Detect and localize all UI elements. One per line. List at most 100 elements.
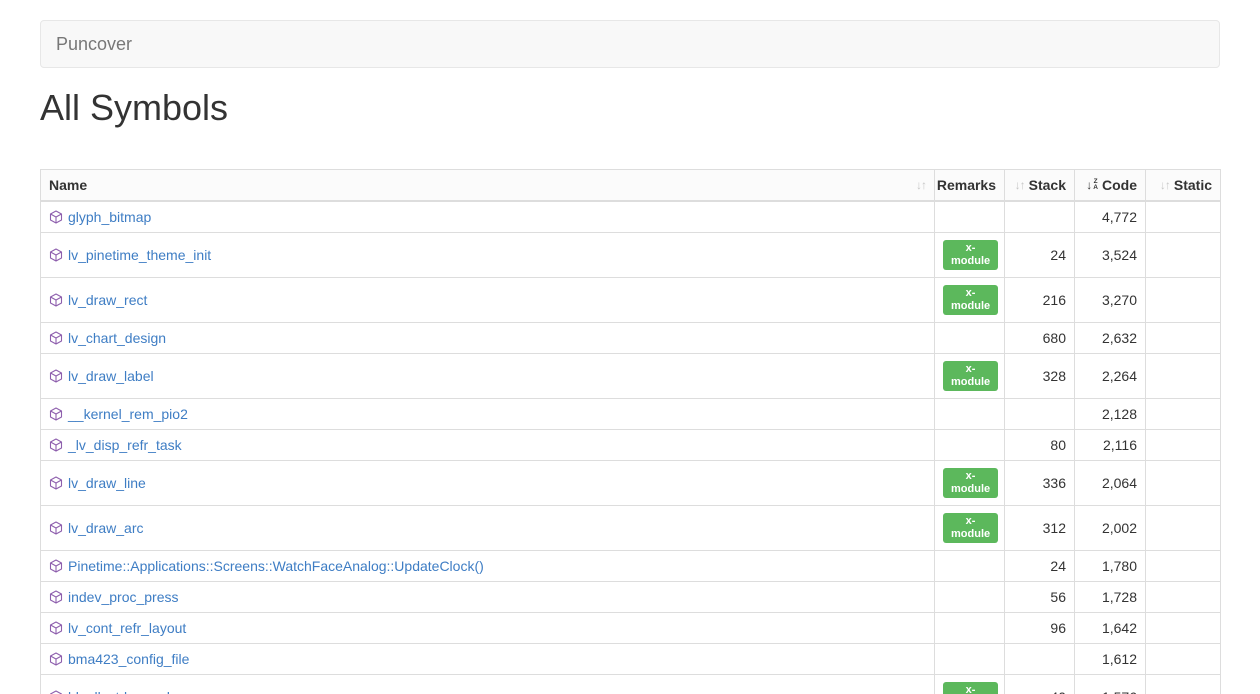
symbol-name-cell: bma423_config_file	[41, 644, 935, 675]
symbol-row: lv_draw_rect x-module 216 3,270	[41, 278, 1221, 323]
stack-cell: 96	[1005, 613, 1075, 644]
symbol-remarks-cell: x-module	[935, 461, 1005, 506]
symbol-link[interactable]: lv_draw_arc	[68, 520, 143, 536]
symbol-link[interactable]: lv_cont_refr_layout	[68, 620, 186, 636]
remark-badge: x-module	[943, 240, 998, 270]
static-cell	[1146, 551, 1221, 582]
symbol-link[interactable]: lv_chart_design	[68, 330, 166, 346]
navbar-brand[interactable]: Puncover	[41, 21, 147, 67]
remarks-column-label: Remarks	[937, 177, 996, 193]
symbol-row: lv_draw_label x-module 328 2,264	[41, 354, 1221, 399]
code-column-label: Code	[1102, 177, 1137, 193]
symbol-name-cell: glyph_bitmap	[41, 201, 935, 233]
symbol-name-cell: __kernel_rem_pio2	[41, 399, 935, 430]
static-cell	[1146, 613, 1221, 644]
symbol-row: _lv_disp_refr_task 80 2,116	[41, 430, 1221, 461]
symbol-remarks-cell: x-module	[935, 354, 1005, 399]
symbol-row: indev_proc_press 56 1,728	[41, 582, 1221, 613]
code-cell: 2,128	[1075, 399, 1146, 430]
cube-icon	[49, 559, 63, 573]
stack-cell: 40	[1005, 675, 1075, 694]
static-cell	[1146, 582, 1221, 613]
cube-icon	[49, 438, 63, 452]
code-cell: 1,576	[1075, 675, 1146, 694]
stack-cell: 24	[1005, 551, 1075, 582]
cube-icon	[49, 521, 63, 535]
symbol-link[interactable]: indev_proc_press	[68, 589, 179, 605]
symbol-link[interactable]: ble_ll_ctrl_rx_pdu	[68, 689, 178, 694]
column-header-stack[interactable]: ↓↑ Stack	[1005, 170, 1075, 202]
static-cell	[1146, 201, 1221, 233]
stack-cell	[1005, 201, 1075, 233]
symbol-link[interactable]: lv_pinetime_theme_init	[68, 247, 211, 263]
symbol-remarks-cell: x-module	[935, 506, 1005, 551]
code-cell: 2,116	[1075, 430, 1146, 461]
symbols-table: Name ↓↑ Remarks ↓↑ Stack	[40, 169, 1221, 694]
static-cell	[1146, 644, 1221, 675]
symbol-link[interactable]: __kernel_rem_pio2	[68, 406, 188, 422]
code-cell: 1,728	[1075, 582, 1146, 613]
symbol-row: lv_draw_arc x-module 312 2,002	[41, 506, 1221, 551]
code-cell: 1,780	[1075, 551, 1146, 582]
symbol-name-cell: lv_draw_line	[41, 461, 935, 506]
symbol-link[interactable]: _lv_disp_refr_task	[68, 437, 182, 453]
symbol-remarks-cell: x-module	[935, 233, 1005, 278]
symbol-link[interactable]: glyph_bitmap	[68, 209, 151, 225]
symbol-row: lv_chart_design 680 2,632	[41, 323, 1221, 354]
symbol-name-cell: lv_draw_label	[41, 354, 935, 399]
cube-icon	[49, 690, 63, 694]
symbol-link[interactable]: lv_draw_line	[68, 475, 146, 491]
sort-both-icon[interactable]: ↓↑	[1015, 177, 1025, 193]
cube-icon	[49, 652, 63, 666]
symbol-remarks-cell: x-module	[935, 675, 1005, 694]
column-header-static[interactable]: ↓↑ Static	[1146, 170, 1221, 202]
symbol-link[interactable]: lv_draw_label	[68, 368, 154, 384]
sort-both-icon[interactable]: ↓↑	[916, 177, 926, 193]
remark-badge: x-module	[943, 285, 998, 315]
symbol-name-cell: lv_chart_design	[41, 323, 935, 354]
remark-badge: x-module	[943, 513, 998, 543]
symbol-link[interactable]: bma423_config_file	[68, 651, 189, 667]
symbol-remarks-cell	[935, 201, 1005, 233]
stack-cell: 312	[1005, 506, 1075, 551]
symbol-remarks-cell	[935, 582, 1005, 613]
symbol-row: Pinetime::Applications::Screens::WatchFa…	[41, 551, 1221, 582]
symbol-link[interactable]: lv_draw_rect	[68, 292, 147, 308]
stack-cell: 216	[1005, 278, 1075, 323]
column-header-remarks[interactable]: Remarks	[935, 170, 1005, 202]
static-cell	[1146, 461, 1221, 506]
code-cell: 1,612	[1075, 644, 1146, 675]
sort-both-icon[interactable]: ↓↑	[1160, 177, 1170, 193]
remark-badge: x-module	[943, 468, 998, 498]
symbol-row: glyph_bitmap 4,772	[41, 201, 1221, 233]
cube-icon	[49, 331, 63, 345]
static-cell	[1146, 278, 1221, 323]
static-cell	[1146, 430, 1221, 461]
navbar: Puncover	[40, 20, 1220, 68]
column-header-name[interactable]: Name ↓↑	[41, 170, 935, 202]
stack-cell: 336	[1005, 461, 1075, 506]
code-cell: 2,002	[1075, 506, 1146, 551]
column-header-code[interactable]: ↓ Z A Code	[1075, 170, 1146, 202]
cube-icon	[49, 293, 63, 307]
symbol-link[interactable]: Pinetime::Applications::Screens::WatchFa…	[68, 558, 484, 574]
static-cell	[1146, 399, 1221, 430]
symbol-row: __kernel_rem_pio2 2,128	[41, 399, 1221, 430]
stack-cell	[1005, 644, 1075, 675]
sort-desc-icon[interactable]: ↓ Z A	[1086, 177, 1098, 193]
static-cell	[1146, 675, 1221, 694]
symbol-name-cell: Pinetime::Applications::Screens::WatchFa…	[41, 551, 935, 582]
symbol-name-cell: lv_pinetime_theme_init	[41, 233, 935, 278]
code-cell: 3,270	[1075, 278, 1146, 323]
static-cell	[1146, 233, 1221, 278]
static-cell	[1146, 354, 1221, 399]
stack-cell: 56	[1005, 582, 1075, 613]
stack-cell	[1005, 399, 1075, 430]
symbol-remarks-cell	[935, 551, 1005, 582]
static-cell	[1146, 506, 1221, 551]
symbol-remarks-cell: x-module	[935, 278, 1005, 323]
remark-badge: x-module	[943, 361, 998, 391]
stack-cell: 328	[1005, 354, 1075, 399]
stack-cell: 80	[1005, 430, 1075, 461]
stack-cell: 680	[1005, 323, 1075, 354]
